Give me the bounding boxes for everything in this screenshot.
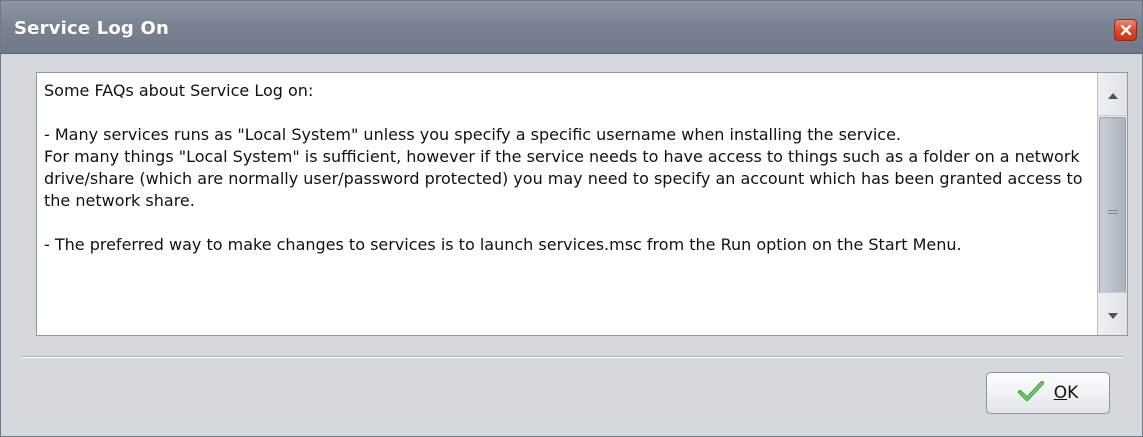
scroll-down-button[interactable] bbox=[1098, 292, 1127, 335]
faq-text-box[interactable]: Some FAQs about Service Log on: - Many s… bbox=[36, 72, 1128, 336]
ok-button[interactable]: OK bbox=[986, 372, 1110, 414]
window-title: Service Log On bbox=[14, 18, 170, 39]
arrow-up-icon bbox=[1107, 85, 1119, 104]
scroll-up-button[interactable] bbox=[1098, 73, 1127, 116]
ok-mnemonic: O bbox=[1053, 383, 1068, 403]
grip-icon bbox=[1107, 208, 1118, 216]
ok-label: OK bbox=[1054, 383, 1079, 403]
vertical-scrollbar[interactable] bbox=[1097, 73, 1127, 335]
scroll-thumb[interactable] bbox=[1099, 117, 1126, 307]
arrow-down-icon bbox=[1107, 305, 1119, 324]
footer-divider bbox=[21, 356, 1124, 358]
close-button[interactable] bbox=[1114, 19, 1137, 41]
service-log-on-dialog: Service Log On Some FAQs about Service L… bbox=[0, 0, 1143, 437]
close-icon bbox=[1119, 23, 1133, 37]
faq-text: Some FAQs about Service Log on: - Many s… bbox=[44, 81, 1083, 254]
ok-label-rest: K bbox=[1067, 383, 1079, 403]
title-bar[interactable]: Service Log On bbox=[1, 1, 1142, 54]
checkmark-icon bbox=[1017, 380, 1044, 406]
